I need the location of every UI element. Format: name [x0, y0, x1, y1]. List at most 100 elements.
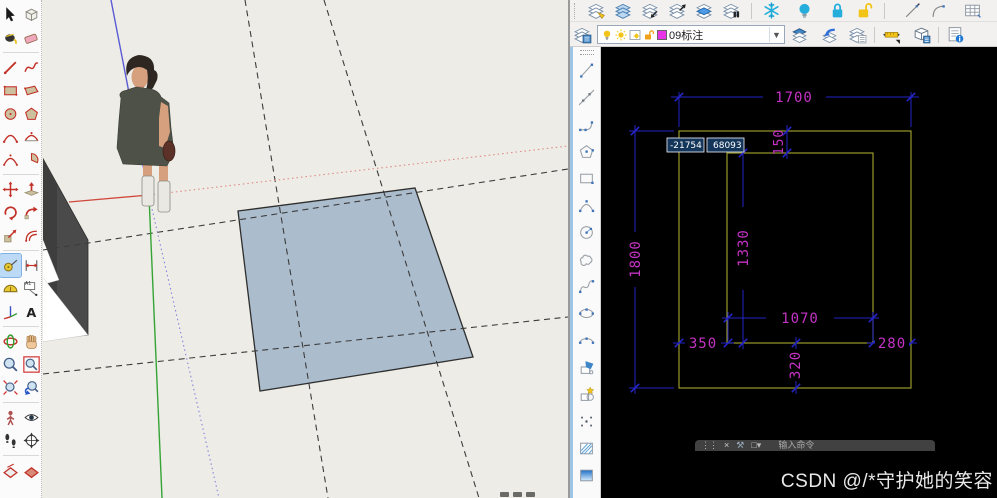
command-line-bar[interactable]: ⋮⋮ × ⚒ □▾ 输入命令: [695, 440, 935, 451]
arc-tool-icon[interactable]: [0, 125, 21, 148]
sketchup-viewport[interactable]: [43, 0, 568, 498]
layer-tools-toolbar: [570, 0, 997, 22]
zoom-window-tool-icon[interactable]: [21, 353, 42, 376]
polyline-icon[interactable]: [575, 111, 599, 138]
axes-tool-icon[interactable]: [0, 300, 21, 323]
table-icon[interactable]: [963, 1, 982, 20]
polygon-draw-icon[interactable]: [575, 138, 599, 165]
zoom-extents-tool-icon[interactable]: [0, 376, 21, 399]
compass-tool-icon[interactable]: [21, 429, 42, 452]
break-icon[interactable]: [903, 1, 922, 20]
circle-tool-icon[interactable]: [0, 102, 21, 125]
copy-objects-to-new-layer-icon[interactable]: [668, 1, 687, 20]
viewport-freeze-icon[interactable]: [629, 29, 641, 41]
previous-view-tool-icon[interactable]: [21, 376, 42, 399]
rotate-tool-icon[interactable]: [0, 201, 21, 224]
customize-icon[interactable]: ⚒: [736, 441, 744, 450]
fillet-icon[interactable]: [930, 1, 949, 20]
layer-combo[interactable]: 09标注 ▼: [597, 25, 785, 44]
arc-draw-icon[interactable]: [575, 192, 599, 219]
make-object-layer-current-icon[interactable]: [790, 25, 809, 44]
close-icon[interactable]: ×: [724, 441, 729, 450]
unit-box-icon[interactable]: [912, 25, 931, 44]
paint-bucket-icon[interactable]: [0, 26, 21, 49]
orbit-tool-icon[interactable]: [0, 330, 21, 353]
toolbar-grip[interactable]: [574, 2, 578, 19]
rectangle-tool-icon[interactable]: [0, 79, 21, 102]
make-block-icon[interactable]: [575, 381, 599, 408]
toolbar-grip[interactable]: [579, 50, 594, 55]
layer-color-swatch[interactable]: [657, 29, 667, 40]
text-tool-icon[interactable]: A1: [21, 277, 42, 300]
move-tool-icon[interactable]: [0, 178, 21, 201]
circle-draw-icon[interactable]: [575, 219, 599, 246]
toolbar-separator: [0, 171, 42, 178]
section-fill-tool-icon[interactable]: [21, 459, 42, 482]
offset-tool-icon[interactable]: [21, 224, 42, 247]
toolbar-separator: [751, 2, 752, 19]
insert-block-icon[interactable]: [575, 354, 599, 381]
zoom-tool-icon[interactable]: [0, 353, 21, 376]
layer-states-icon[interactable]: [848, 25, 867, 44]
hatch-icon[interactable]: [575, 435, 599, 462]
line-draw-icon[interactable]: [575, 57, 599, 84]
protractor-tool-icon[interactable]: [0, 277, 21, 300]
recent-commands-icon[interactable]: □▾: [751, 441, 761, 450]
gradient-icon[interactable]: [575, 462, 599, 489]
ellipse-icon[interactable]: [575, 300, 599, 327]
freehand-tool-icon[interactable]: [21, 56, 42, 79]
layer-lock-icon[interactable]: [828, 1, 847, 20]
change-to-current-layer-icon[interactable]: [641, 1, 660, 20]
ellipse-arc-icon[interactable]: [575, 327, 599, 354]
layer-unlock-mini-icon[interactable]: [643, 29, 655, 41]
layer-freeze-icon[interactable]: [762, 1, 781, 20]
autocad-window: 09标注 ▼ 1700 1800 150 1330 1070 350 280 3…: [570, 0, 997, 498]
layer-off-icon[interactable]: [795, 1, 814, 20]
select-tool-icon[interactable]: [0, 3, 21, 26]
tape-measure-tool-icon[interactable]: [0, 253, 22, 278]
rectangle-draw-icon[interactable]: [575, 165, 599, 192]
layer-properties-icon[interactable]: [573, 25, 592, 44]
scale-tool-icon[interactable]: [0, 224, 21, 247]
point-icon[interactable]: [575, 408, 599, 435]
section-plane-tool-icon[interactable]: [0, 459, 21, 482]
list-info-icon[interactable]: [946, 25, 965, 44]
command-bar-grip[interactable]: ⋮⋮: [701, 441, 718, 450]
make-component-icon[interactable]: [21, 3, 42, 26]
eraser-icon[interactable]: [21, 26, 42, 49]
push-pull-tool-icon[interactable]: [21, 178, 42, 201]
construction-line-icon[interactable]: [575, 84, 599, 111]
text-tool-badge: A1: [25, 281, 32, 287]
chevron-down-icon[interactable]: ▼: [769, 27, 783, 42]
layers-toolbar: 09标注 ▼: [570, 23, 997, 47]
rotated-rectangle-tool-icon[interactable]: [21, 79, 42, 102]
polygon-tool-icon[interactable]: [21, 102, 42, 125]
walk-tool-icon[interactable]: [0, 429, 21, 452]
layer-walk-icon[interactable]: [614, 1, 633, 20]
look-around-tool-icon[interactable]: [21, 406, 42, 429]
layer-previous-icon[interactable]: [820, 25, 839, 44]
layer-isolate-icon[interactable]: [695, 1, 714, 20]
dim-text-320: 320: [788, 351, 804, 379]
layer-unlock-icon[interactable]: [855, 1, 874, 20]
pan-tool-icon[interactable]: [21, 330, 42, 353]
layer-merge-icon[interactable]: [722, 1, 741, 20]
dimension-tool-icon[interactable]: [21, 254, 42, 277]
autocad-model-space[interactable]: 1700 1800 150 1330 1070 350 280 320 -217…: [601, 47, 997, 498]
two-point-arc-tool-icon[interactable]: [21, 125, 42, 148]
toolbar-separator: [0, 399, 42, 406]
layer-thaw-sun-icon[interactable]: [615, 29, 627, 41]
revision-cloud-icon[interactable]: [575, 246, 599, 273]
layer-on-bulb-icon[interactable]: [601, 29, 613, 41]
dimension-style-icon[interactable]: [882, 25, 901, 44]
position-camera-tool-icon[interactable]: [0, 406, 21, 429]
command-input-placeholder[interactable]: 输入命令: [778, 441, 814, 450]
line-tool-icon[interactable]: [0, 56, 21, 79]
pie-tool-icon[interactable]: [21, 148, 42, 171]
3d-text-tool-icon[interactable]: [21, 300, 42, 323]
layer-match-icon[interactable]: [587, 1, 606, 20]
dim-text-1800: 1800: [628, 240, 644, 278]
three-point-arc-tool-icon[interactable]: [0, 148, 21, 171]
follow-me-tool-icon[interactable]: [21, 201, 42, 224]
spline-icon[interactable]: [575, 273, 599, 300]
